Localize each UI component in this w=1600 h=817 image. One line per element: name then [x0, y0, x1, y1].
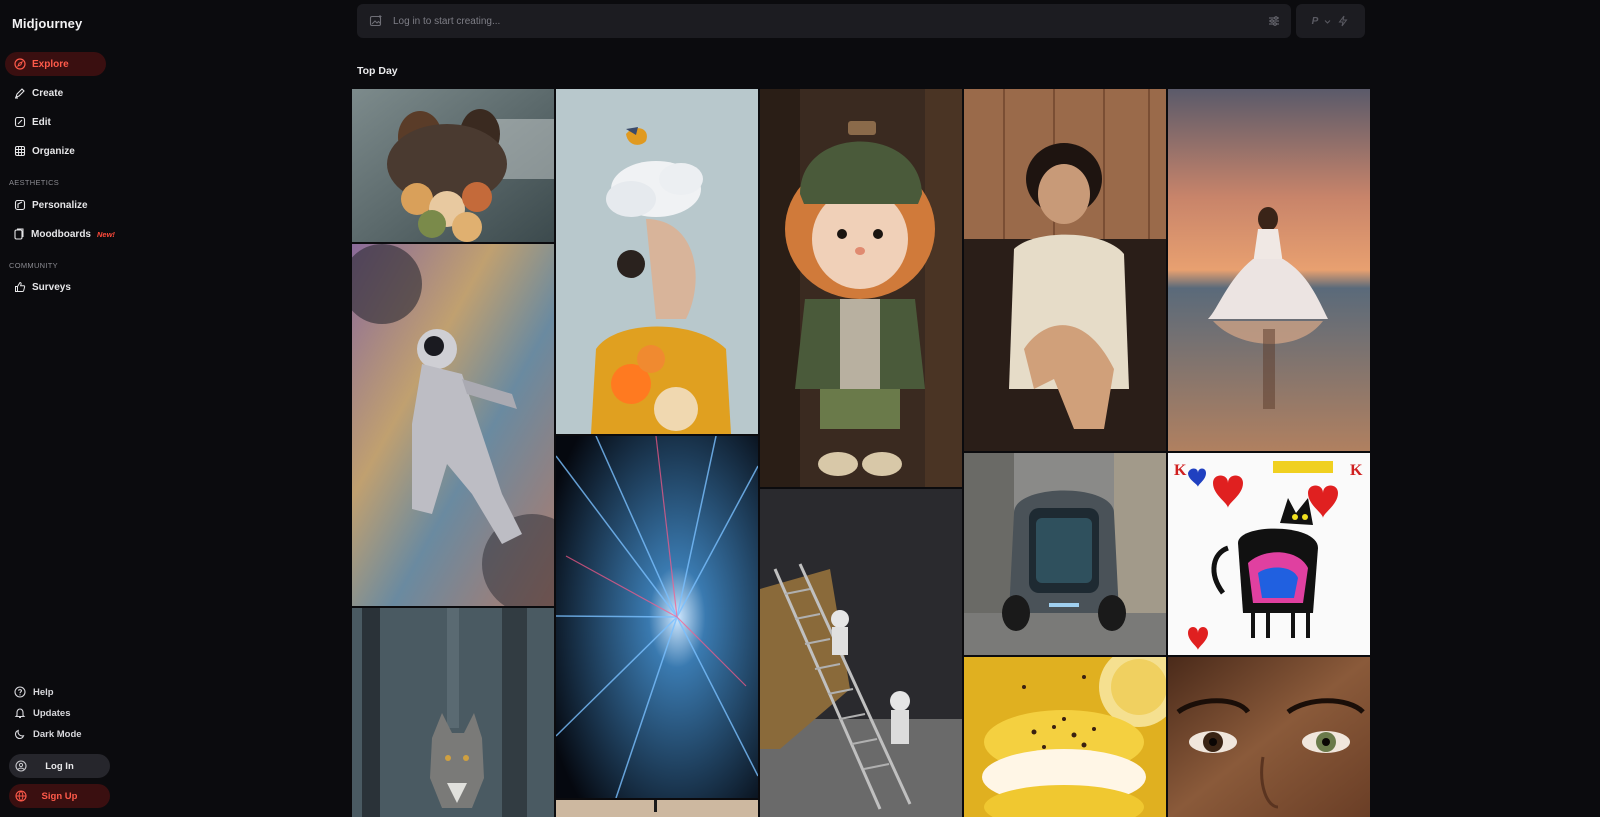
edit-icon — [13, 116, 26, 129]
gallery-image-beach-dress[interactable] — [1168, 89, 1370, 451]
nav-surveys[interactable]: Surveys — [5, 275, 106, 299]
svg-text:K: K — [1174, 462, 1187, 479]
grid-icon — [13, 145, 26, 158]
help-icon — [13, 686, 26, 699]
gallery-image-cloud-woman[interactable] — [556, 89, 758, 434]
updates-label: Updates — [33, 707, 71, 719]
gallery-image-partial[interactable] — [556, 800, 758, 817]
nav-edit-label: Edit — [32, 116, 51, 128]
gallery-image-vehicle[interactable] — [964, 453, 1166, 655]
svg-text:K: K — [1350, 462, 1363, 479]
updates-link[interactable]: Updates — [8, 703, 70, 723]
prompt-input[interactable] — [393, 15, 1267, 27]
login-label: Log In — [45, 760, 74, 772]
brand-logo[interactable]: Midjourney — [12, 16, 82, 31]
dark-mode-toggle[interactable]: Dark Mode — [8, 724, 82, 744]
globe-icon — [15, 790, 27, 802]
new-badge: New! — [97, 229, 115, 239]
nav-surveys-label: Surveys — [32, 281, 71, 293]
dark-mode-label: Dark Mode — [33, 728, 82, 740]
nav-personalize-label: Personalize — [32, 199, 88, 211]
nav-organize-label: Organize — [32, 145, 75, 157]
mode-label: P — [1311, 15, 1319, 27]
mode-selector[interactable]: P — [1296, 4, 1365, 38]
help-link[interactable]: Help — [8, 682, 54, 702]
sidebar: Midjourney Explore Create Edit Organize … — [0, 0, 118, 817]
nav-moodboards-label: Moodboards — [31, 228, 91, 240]
nav-explore[interactable]: Explore — [5, 52, 106, 76]
nav-organize[interactable]: Organize — [5, 139, 106, 163]
gallery-image-couple[interactable] — [352, 89, 554, 242]
gallery-image-wolf[interactable] — [352, 608, 554, 817]
chevron-down-icon — [1324, 19, 1331, 24]
bell-icon — [13, 707, 26, 720]
section-label-community: COMMUNITY — [9, 261, 58, 270]
nav-create[interactable]: Create — [5, 81, 106, 105]
signup-label: Sign Up — [41, 790, 78, 802]
section-label-aesthetics: AESTHETICS — [9, 178, 60, 187]
moon-icon — [13, 728, 26, 741]
compass-icon — [13, 58, 26, 71]
gallery-image-macaron[interactable] — [964, 657, 1166, 817]
user-icon — [15, 760, 27, 772]
section-title: Top Day — [357, 65, 398, 77]
lightning-icon[interactable] — [1337, 15, 1349, 27]
gallery-image-moon-astronauts[interactable] — [760, 489, 962, 817]
nav-personalize[interactable]: Personalize — [5, 193, 106, 217]
nav-explore-label: Explore — [32, 58, 69, 70]
brush-icon — [13, 87, 26, 100]
personalize-icon — [13, 199, 26, 212]
nav-edit[interactable]: Edit — [5, 110, 106, 134]
gallery-image-astronaut-water[interactable] — [352, 244, 554, 606]
image-add-icon[interactable] — [369, 14, 383, 28]
nav-moodboards[interactable]: Moodboards New! — [5, 222, 115, 246]
signup-button[interactable]: Sign Up — [9, 784, 110, 808]
gallery-image-face-closeup[interactable] — [1168, 657, 1370, 817]
thumbs-up-icon — [13, 281, 26, 294]
sliders-icon[interactable] — [1267, 14, 1281, 28]
gallery-image-knit-doll[interactable] — [760, 89, 962, 487]
nav-create-label: Create — [32, 87, 64, 99]
gallery-image-vintage-woman[interactable] — [964, 89, 1166, 451]
prompt-bar — [357, 4, 1291, 38]
gallery-image-light-tunnel[interactable] — [556, 436, 758, 798]
help-label: Help — [33, 686, 54, 698]
moodboard-icon — [13, 228, 25, 241]
login-button[interactable]: Log In — [9, 754, 110, 778]
gallery-image-cat-card[interactable]: K K — [1168, 453, 1370, 655]
